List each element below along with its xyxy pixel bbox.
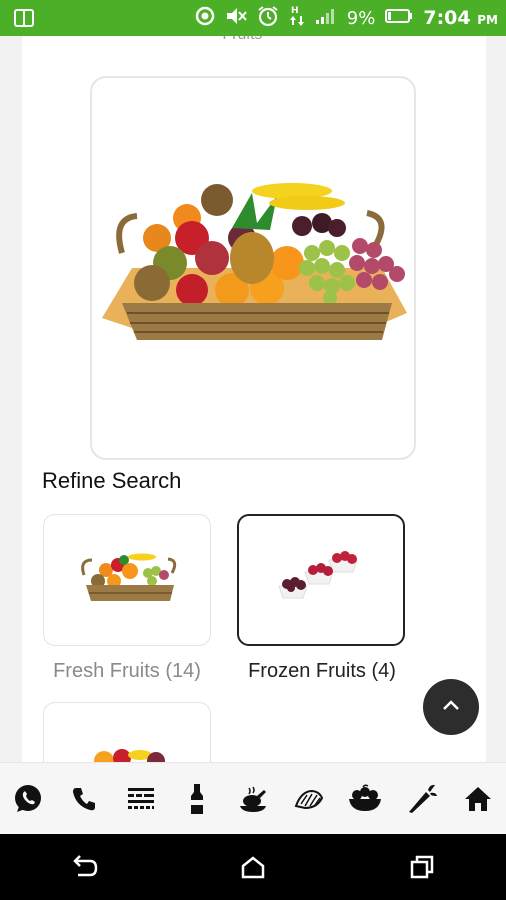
clock: 7:04 PM (423, 7, 498, 29)
fruit-bowl-icon[interactable] (345, 779, 385, 819)
bottle-icon[interactable] (177, 779, 217, 819)
category-card-frozen-fruits[interactable] (237, 514, 405, 646)
refine-search-title: Refine Search (42, 468, 182, 493)
data-transfer-icon: H (289, 4, 305, 33)
cut-off-heading: ··· Fruits (202, 36, 262, 44)
bottom-navigation (0, 762, 506, 835)
home-button-icon[interactable] (223, 842, 283, 892)
system-navigation-bar (0, 834, 506, 900)
category-label-fresh-fruits[interactable]: Fresh Fruits (14) (27, 660, 227, 683)
app-switch-icon (14, 9, 34, 32)
carrot-icon[interactable] (402, 779, 442, 819)
sync-icon (195, 6, 215, 31)
mute-icon (225, 6, 247, 31)
svg-text:H: H (291, 6, 299, 16)
category-card-fresh-fruits[interactable] (43, 514, 211, 646)
alarm-icon (257, 5, 279, 32)
battery-icon (385, 8, 413, 29)
cooked-dish-icon[interactable] (233, 779, 273, 819)
chevron-up-icon (441, 698, 461, 717)
main-content: ··· Fruits (22, 36, 486, 762)
signal-icon (315, 7, 337, 30)
category-label-frozen-fruits[interactable]: Frozen Fruits (4) (222, 660, 422, 683)
back-icon[interactable] (54, 842, 114, 892)
recent-apps-icon[interactable] (392, 842, 452, 892)
seafood-icon[interactable] (289, 779, 329, 819)
home-icon[interactable] (458, 779, 498, 819)
category-hero-image (90, 76, 416, 460)
phone-icon[interactable] (64, 779, 104, 819)
battery-percent: 9% (346, 7, 376, 29)
category-card-3[interactable] (43, 702, 211, 762)
grid-icon[interactable] (121, 779, 161, 819)
scroll-to-top-button[interactable] (423, 679, 479, 735)
status-bar: H 9% 7:04 PM (0, 0, 506, 36)
whatsapp-icon[interactable] (8, 779, 48, 819)
